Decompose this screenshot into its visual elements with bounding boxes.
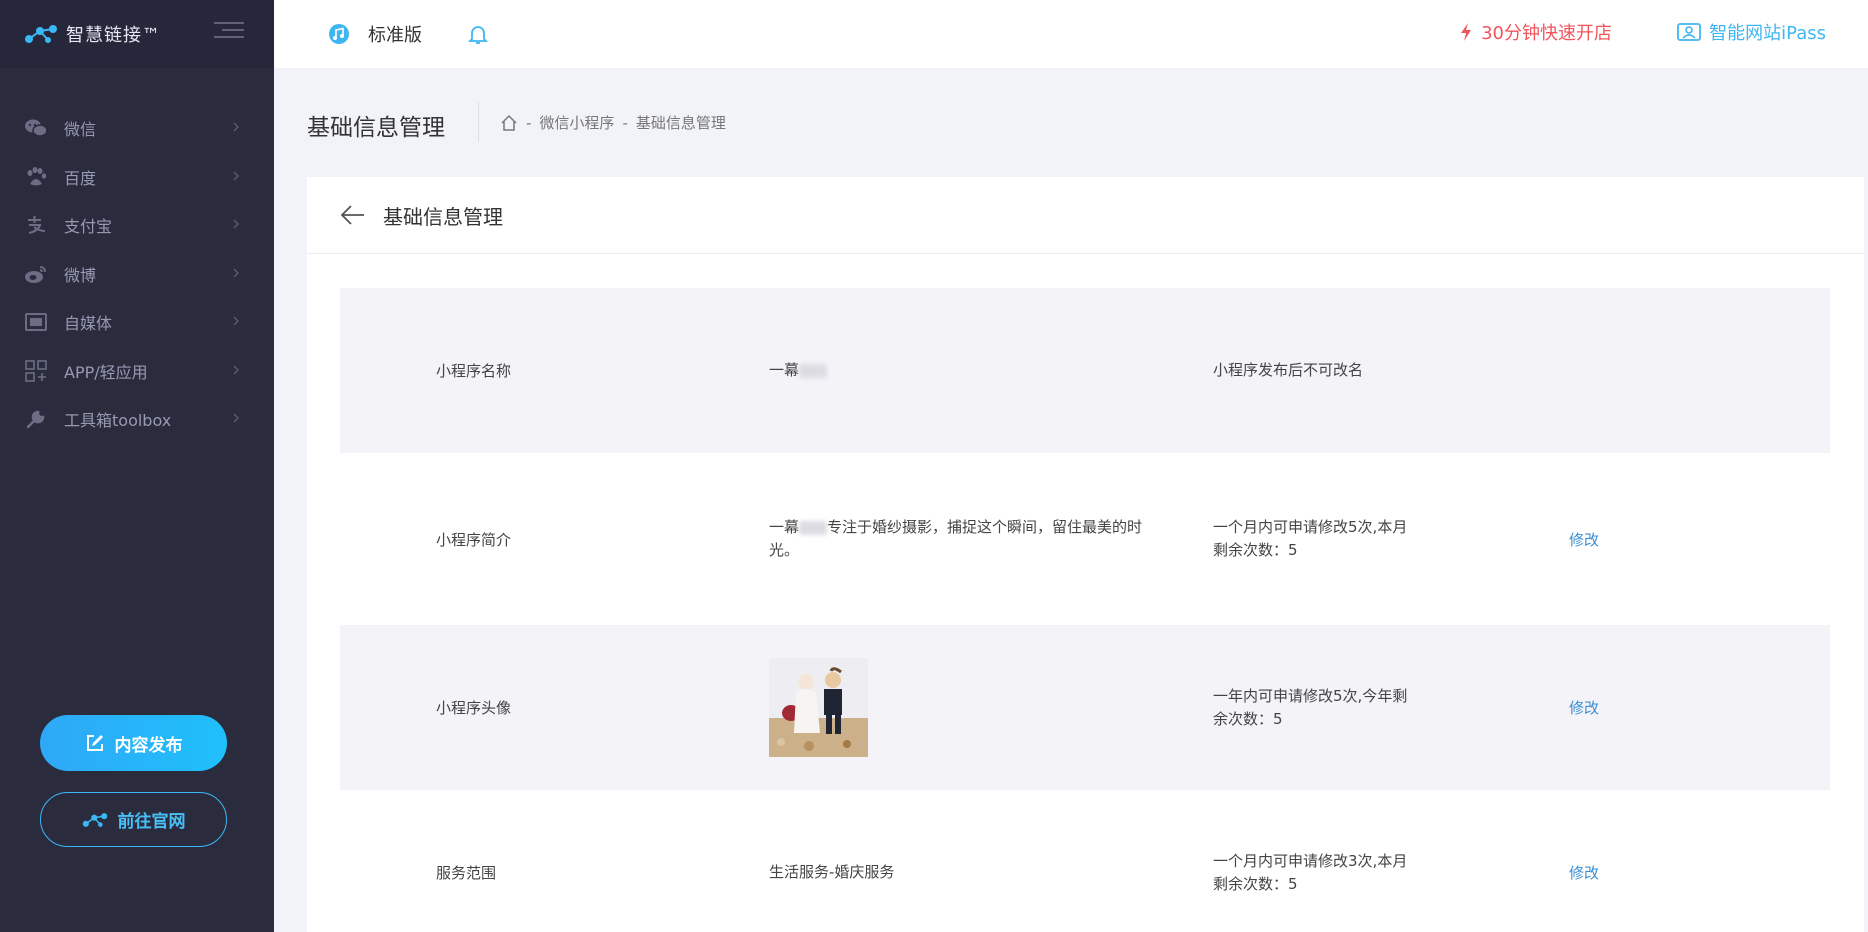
quick-shop-link[interactable]: 30分钟快速开店: [1459, 19, 1612, 45]
sidebar-item-label: 微信: [64, 120, 97, 140]
sidebar-item-app[interactable]: APP/轻应用: [0, 347, 274, 396]
table-row: 小程序简介 一幕 专注于婚纱摄影，捕捉这个瞬间，留住最美的时光。 一个月内可申请修…: [340, 453, 1830, 625]
table-row: 服务范围 生活服务-婚庆服务 一个月内可申请修改3次,本月剩余次数：5 修改: [340, 790, 1830, 932]
avatar: [769, 658, 868, 757]
ipass-icon: [1677, 23, 1702, 41]
sidebar-item-alipay[interactable]: 支付宝: [0, 201, 274, 250]
row-label: 小程序头像: [436, 699, 512, 717]
breadcrumb-separator: -: [526, 113, 532, 132]
media-icon: [24, 310, 48, 334]
promo-label: 30分钟快速开店: [1481, 23, 1612, 44]
row-value: 一幕: [769, 359, 1169, 382]
redacted-text: [799, 520, 828, 535]
home-icon[interactable]: [500, 114, 518, 132]
sidebar-item-label: APP/轻应用: [64, 362, 148, 382]
chevron-right-icon: [233, 171, 239, 180]
row-value: 一幕 专注于婚纱摄影，捕捉这个瞬间，留住最美的时光。: [769, 518, 1143, 559]
info-table: 小程序名称 一幕 小程序发布后不可改名 小程序简介 一幕 专注于婚纱摄影，捕捉这个…: [340, 288, 1830, 932]
sidebar-item-label: 自媒体: [64, 314, 113, 334]
wrench-icon: [24, 407, 48, 431]
avatar-image: [769, 658, 868, 757]
row-note: 一个月内可申请修改5次,本月剩余次数：5: [1213, 518, 1408, 559]
sidebar-item-label: 工具箱toolbox: [64, 411, 172, 431]
site-button-label: 前往官网: [117, 812, 186, 832]
sidebar-item-toolbox[interactable]: 工具箱toolbox: [0, 395, 274, 444]
page-title: 基础信息管理: [307, 115, 445, 141]
chevron-right-icon: [233, 219, 239, 229]
back-arrow-icon[interactable]: [339, 204, 365, 226]
bell-icon[interactable]: [468, 23, 488, 45]
ipass-label: 智能网站iPass: [1709, 23, 1826, 44]
weibo-icon: [24, 262, 48, 286]
row-label: 小程序简介: [436, 530, 512, 549]
edition-label: 标准版: [368, 25, 422, 46]
table-row: 小程序名称 一幕 小程序发布后不可改名: [340, 288, 1830, 453]
breadcrumb: - 微信小程序 - 基础信息管理: [500, 112, 726, 133]
chevron-right-icon: [233, 268, 239, 277]
sidebar-menu: 微信 百度 支付宝 微博 自媒体 APP/轻应用 工具箱toolbox: [0, 104, 274, 444]
chevron-right-icon: [233, 413, 239, 423]
edit-intro-button[interactable]: 修改: [1569, 529, 1599, 550]
breadcrumb-item[interactable]: 微信小程序: [539, 112, 614, 133]
content-card: 基础信息管理 小程序名称 一幕 小程序发布后不可改名 小程序简介 一幕 专注于婚纱…: [307, 177, 1864, 932]
alipay-icon: [24, 213, 48, 237]
sidebar: 智慧链接™ 微信 百度 支付宝 微博 自媒体 APP/轻应用 工具箱toolbo…: [0, 0, 274, 932]
card-header: 基础信息管理: [307, 177, 1864, 254]
logo-bar: 智慧链接™: [0, 0, 274, 68]
row-note: 小程序发布后不可改名: [1213, 361, 1364, 379]
row-note: 一年内可申请修改5次,今年剩余次数：5: [1213, 686, 1408, 728]
lightning-icon: [1461, 23, 1472, 41]
logo-text: 智慧链接™: [66, 25, 161, 46]
publish-content-button[interactable]: 内容发布: [40, 715, 227, 771]
menu-toggle-icon[interactable]: [214, 22, 244, 42]
publish-button-label: 内容发布: [114, 735, 183, 756]
sidebar-item-label: 微博: [64, 265, 97, 285]
top-header: 标准版 30分钟快速开店 智能网站iPass: [274, 0, 1868, 68]
visit-website-button[interactable]: 前往官网: [40, 792, 227, 847]
sidebar-item-weibo[interactable]: 微博: [0, 250, 274, 299]
logo-icon: [25, 25, 57, 43]
sidebar-item-baidu[interactable]: 百度: [0, 153, 274, 202]
table-row: 小程序头像 一年内可申请修改5次,今年剩余次数：5 修改: [340, 625, 1830, 790]
ipass-link[interactable]: 智能网站iPass: [1677, 19, 1826, 45]
edit-icon: [86, 735, 103, 751]
row-value: 生活服务-婚庆服务: [769, 863, 895, 881]
row-label: 服务范围: [436, 864, 497, 882]
redacted-text: [799, 363, 828, 378]
title-divider: [478, 102, 479, 142]
sidebar-item-wechat[interactable]: 微信: [0, 104, 274, 153]
edit-avatar-button[interactable]: 修改: [1569, 697, 1599, 718]
app-grid-icon: [24, 359, 48, 383]
chevron-right-icon: [233, 122, 239, 132]
logo-icon: [82, 812, 107, 827]
row-label: 小程序名称: [436, 362, 512, 380]
edit-service-scope-button[interactable]: 修改: [1569, 862, 1599, 883]
breadcrumb-separator: -: [622, 113, 628, 132]
sidebar-item-media[interactable]: 自媒体: [0, 298, 274, 347]
wechat-icon: [24, 116, 48, 140]
sidebar-item-label: 支付宝: [64, 217, 113, 237]
breadcrumb-item: 基础信息管理: [635, 114, 726, 132]
chevron-right-icon: [233, 316, 239, 326]
edition-icon: [329, 24, 349, 44]
row-value: [769, 658, 1169, 757]
chevron-right-icon: [233, 365, 239, 374]
row-note: 一个月内可申请修改3次,本月剩余次数：5: [1213, 851, 1408, 893]
sidebar-item-label: 百度: [64, 168, 97, 188]
baidu-paw-icon: [24, 165, 48, 189]
card-title: 基础信息管理: [383, 204, 503, 229]
